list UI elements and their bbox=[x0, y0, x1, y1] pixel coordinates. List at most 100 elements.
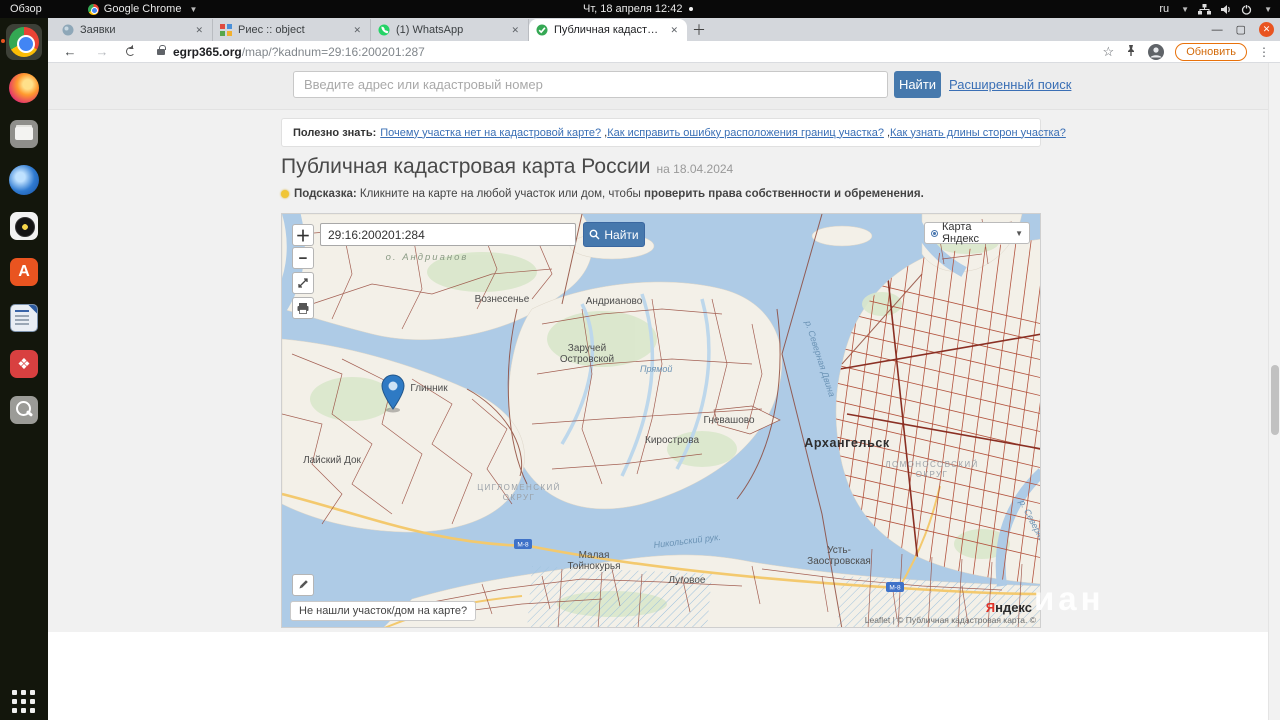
show-applications-button[interactable] bbox=[12, 690, 36, 714]
browser-window: Заявки ✕ Риес :: object ✕ (1) WhatsApp ✕ bbox=[48, 18, 1280, 720]
hint-line: Подсказка: Кликните на карте на любой уч… bbox=[281, 188, 924, 200]
useful-info-bar: Полезно знать: Почему участка нет на кад… bbox=[281, 118, 1041, 147]
map-label: Островской bbox=[560, 354, 614, 365]
bulb-icon bbox=[281, 190, 289, 198]
map-label: о. Андрианов bbox=[386, 252, 469, 263]
chevron-down-icon: ▼ bbox=[1015, 229, 1023, 238]
rhythmbox-icon bbox=[10, 212, 38, 240]
map-label: Усть- bbox=[827, 545, 851, 556]
scrollbar-thumb[interactable] bbox=[1271, 365, 1279, 435]
dock-item-files[interactable] bbox=[6, 116, 42, 152]
address-bar[interactable]: egrp365.org/map/?kadnum=29:16:200201:287 bbox=[173, 45, 425, 59]
radio-icon bbox=[931, 230, 938, 237]
tab-close-icon[interactable]: ✕ bbox=[668, 25, 680, 36]
clock[interactable]: Чт, 18 апреля 12:42 bbox=[583, 3, 693, 15]
tab-close-icon[interactable]: ✕ bbox=[509, 25, 521, 36]
zoom-out-button[interactable]: − bbox=[292, 247, 314, 269]
ubuntu-top-bar: Обзор Google Chrome ▼ Чт, 18 апреля 12:4… bbox=[0, 0, 1280, 18]
dock-item-rhythmbox[interactable] bbox=[6, 208, 42, 244]
back-button[interactable]: ← bbox=[60, 44, 80, 59]
app-menu[interactable]: Google Chrome ▼ bbox=[88, 3, 198, 15]
network-icon[interactable] bbox=[1198, 4, 1211, 15]
tab-close-icon[interactable]: ✕ bbox=[193, 25, 205, 36]
dock-item-screenshot-tool[interactable] bbox=[6, 392, 42, 428]
chevron-down-icon: ▼ bbox=[1181, 5, 1189, 14]
dock-item-chrome[interactable] bbox=[6, 24, 42, 60]
tab-whatsapp[interactable]: (1) WhatsApp ✕ bbox=[371, 19, 529, 41]
yandex-logo: Яндекс bbox=[986, 600, 1032, 615]
map-canvas: М-8 М-8 о. Андрианов Вознесенье Андриано… bbox=[282, 214, 1041, 628]
map-label-district: ОКРУГ bbox=[916, 470, 948, 479]
dock-item-thunderbird[interactable] bbox=[6, 162, 42, 198]
browser-toolbar: ← → egrp365.org/map/?kadnum=29:16:200201… bbox=[48, 41, 1280, 63]
files-icon bbox=[10, 120, 38, 148]
dock-item-firefox[interactable] bbox=[6, 70, 42, 106]
svg-text:М-8: М-8 bbox=[517, 542, 529, 549]
dock-item-ubuntu-software[interactable]: A bbox=[6, 254, 42, 290]
expand-icon bbox=[297, 277, 309, 289]
map-label-district: ЦИГЛОМЕНСКИЙ bbox=[477, 483, 561, 492]
firefox-icon bbox=[9, 73, 39, 103]
window-maximize-button[interactable]: ▢ bbox=[1236, 23, 1246, 36]
title-date: на 18.04.2024 bbox=[657, 162, 734, 176]
window-minimize-button[interactable]: — bbox=[1212, 24, 1223, 36]
reload-button[interactable] bbox=[126, 47, 135, 56]
power-icon[interactable] bbox=[1241, 4, 1252, 15]
dock-item-media-app[interactable]: ❖ bbox=[6, 346, 42, 382]
activities-button[interactable]: Обзор bbox=[10, 3, 42, 15]
thunderbird-icon bbox=[9, 165, 39, 195]
ubuntu-software-icon: A bbox=[10, 258, 38, 286]
useful-label: Полезно знать: bbox=[293, 127, 376, 139]
zoom-in-button[interactable]: ＋ bbox=[292, 224, 314, 246]
measure-button[interactable] bbox=[292, 574, 314, 596]
printer-icon bbox=[297, 302, 309, 314]
new-tab-button[interactable]: ＋ bbox=[687, 19, 711, 41]
map-search-input[interactable] bbox=[320, 223, 576, 246]
useful-link-3[interactable]: Как узнать длины сторон участка? bbox=[890, 127, 1066, 139]
chevron-down-icon[interactable]: ▼ bbox=[1264, 5, 1272, 14]
avatar[interactable] bbox=[1148, 44, 1164, 60]
map-label: Заручей bbox=[568, 343, 606, 354]
tab-zayavki[interactable]: Заявки ✕ bbox=[55, 19, 213, 41]
map-label: Кирострова bbox=[645, 435, 699, 446]
pushpin-icon[interactable] bbox=[1125, 44, 1137, 60]
print-button[interactable] bbox=[292, 297, 314, 319]
tab-favicon bbox=[220, 24, 232, 36]
magnifier-icon bbox=[10, 396, 38, 424]
tab-ries-object[interactable]: Риес :: object ✕ bbox=[213, 19, 371, 41]
map-label: Вознесенье bbox=[475, 294, 530, 305]
menu-dots-icon[interactable]: ⋮ bbox=[1258, 45, 1270, 59]
map-label-city: Архангельск bbox=[804, 436, 890, 450]
svg-text:М-8: М-8 bbox=[889, 585, 901, 592]
url-host: egrp365.org bbox=[173, 45, 242, 59]
window-close-button[interactable]: ✕ bbox=[1259, 22, 1274, 37]
volume-icon[interactable] bbox=[1220, 4, 1232, 15]
advanced-search-link[interactable]: Расширенный поиск bbox=[949, 77, 1071, 92]
tab-cadastral-map-active[interactable]: Публичная кадастровая ✕ bbox=[529, 19, 687, 41]
lock-icon bbox=[157, 49, 165, 55]
page-scrollbar[interactable] bbox=[1268, 63, 1280, 720]
forward-button[interactable]: → bbox=[92, 44, 112, 59]
chrome-icon bbox=[88, 4, 99, 15]
map-find-button[interactable]: Найти bbox=[583, 222, 645, 247]
not-found-button[interactable]: Не нашли участок/дом на карте? bbox=[290, 601, 476, 621]
map-label: Лайский Док bbox=[303, 455, 361, 466]
bottom-section: На публичной кадастровой карте (ПКК) вы … bbox=[48, 632, 1268, 720]
dock-item-libreoffice-writer[interactable] bbox=[6, 300, 42, 336]
tab-close-icon[interactable]: ✕ bbox=[351, 25, 363, 36]
pencil-icon bbox=[297, 579, 309, 591]
layer-selector[interactable]: Карта Яндекс ▼ bbox=[924, 222, 1030, 244]
language-indicator[interactable]: ru bbox=[1159, 3, 1169, 15]
useful-link-1[interactable]: Почему участка нет на кадастровой карте? bbox=[380, 127, 601, 139]
watermark: иан bbox=[1034, 580, 1105, 618]
bookmark-star-icon[interactable]: ☆ bbox=[1103, 44, 1115, 60]
useful-link-2[interactable]: Как исправить ошибку расположения границ… bbox=[607, 127, 884, 139]
chrome-update-button[interactable]: Обновить bbox=[1175, 43, 1247, 61]
fullscreen-button[interactable] bbox=[292, 272, 314, 294]
find-button[interactable]: Найти bbox=[894, 71, 941, 98]
cadastral-map[interactable]: М-8 М-8 о. Андрианов Вознесенье Андриано… bbox=[281, 213, 1041, 628]
map-label: Гневашово bbox=[703, 415, 754, 426]
search-input[interactable] bbox=[293, 71, 888, 98]
notification-dot-icon bbox=[689, 7, 693, 11]
tab-favicon bbox=[62, 24, 74, 36]
